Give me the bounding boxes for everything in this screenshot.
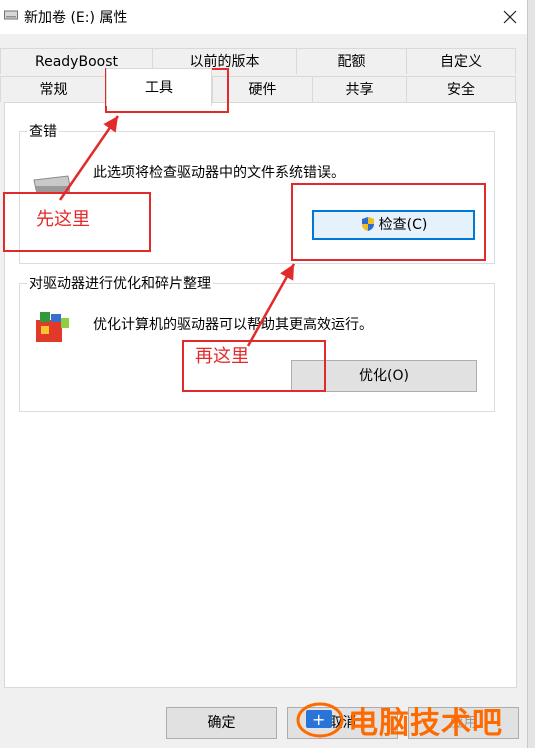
arrow-first (58, 115, 120, 201)
svg-text:+: + (312, 710, 325, 729)
ok-button-label: 确定 (207, 715, 236, 731)
watermark-text: 电脑技术吧 (348, 706, 503, 741)
watermark: + 电脑技术吧 (296, 694, 535, 744)
tab-tools[interactable]: 工具 (106, 68, 212, 106)
ok-button[interactable]: 确定 (166, 707, 277, 739)
watermark-logo: + (296, 702, 344, 738)
annotation-arrows (58, 115, 296, 347)
arrow-second (246, 263, 296, 347)
